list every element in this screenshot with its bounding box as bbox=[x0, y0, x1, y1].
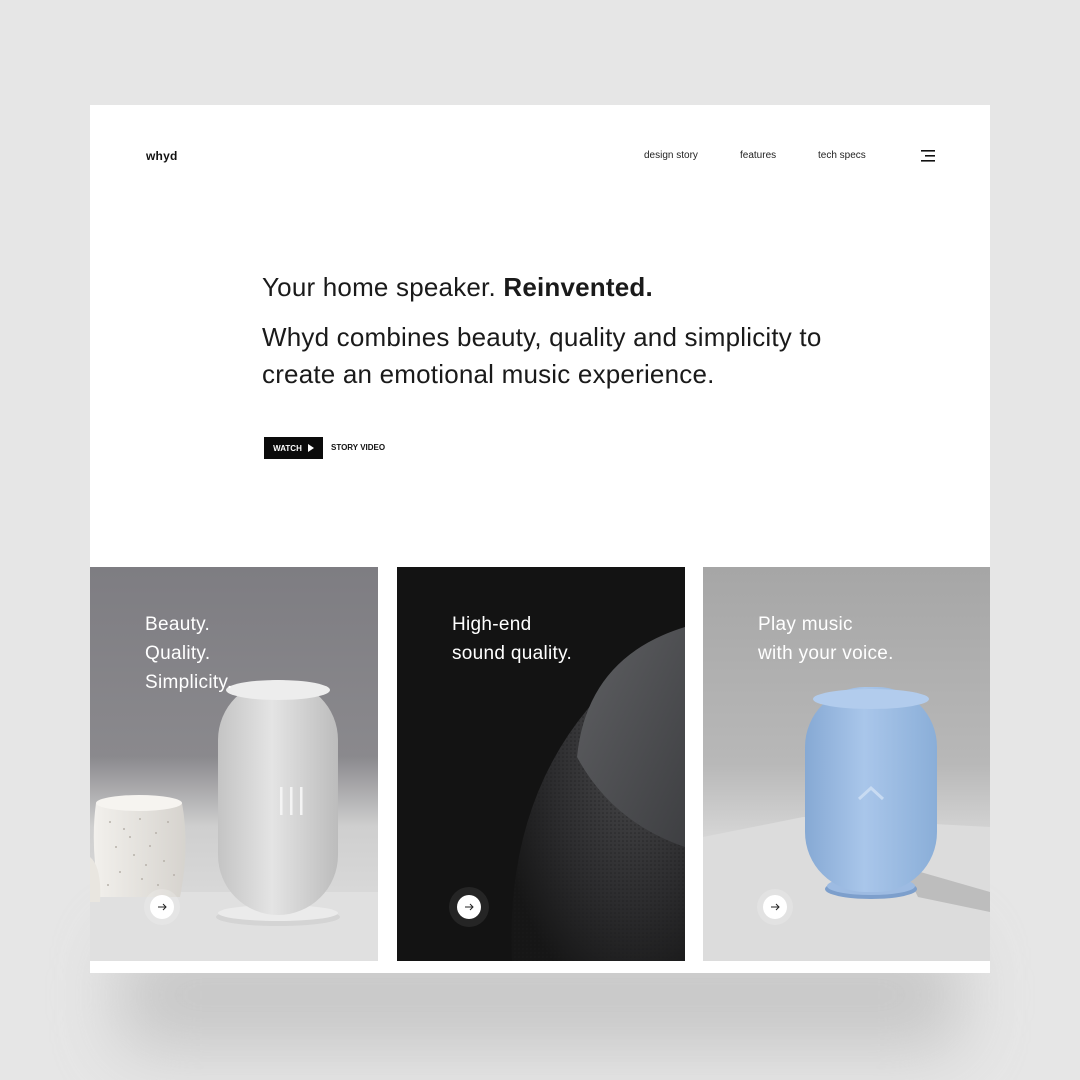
page-bottom-strip bbox=[90, 961, 990, 973]
card-title-line: Beauty. bbox=[145, 614, 211, 635]
website-frame: whyd design story features tech specs Yo… bbox=[90, 105, 990, 973]
headline-regular: Your home speaker. bbox=[262, 272, 504, 302]
play-icon bbox=[307, 444, 314, 452]
card-title-line: with your voice. bbox=[758, 643, 894, 664]
card-arrow-button[interactable] bbox=[763, 895, 787, 919]
card-title-line: sound quality. bbox=[452, 643, 573, 664]
arrow-right-icon bbox=[771, 903, 780, 911]
white-speaker-image bbox=[90, 680, 378, 961]
feature-card-sound[interactable]: High-end sound quality. bbox=[397, 567, 685, 961]
arrow-right-icon bbox=[158, 903, 167, 911]
watch-button[interactable]: WATCH bbox=[264, 437, 323, 459]
card-title: Beauty. Quality. Simplicity. bbox=[145, 610, 232, 697]
brand-logo[interactable]: whyd bbox=[146, 149, 177, 163]
card-title: Play music with your voice. bbox=[758, 610, 894, 668]
headline-bold: Reinvented. bbox=[503, 272, 653, 302]
card-title-line: Quality. bbox=[145, 643, 211, 664]
hero-subheadline: Whyd combines beauty, quality and simpli… bbox=[262, 322, 822, 389]
card-arrow-button[interactable] bbox=[150, 895, 174, 919]
card-title: High-end sound quality. bbox=[452, 610, 572, 668]
nav-features[interactable]: features bbox=[740, 150, 776, 161]
story-video-link[interactable]: STORY VIDEO bbox=[331, 443, 385, 452]
watch-label: WATCH bbox=[273, 443, 302, 453]
card-title-line: High-end bbox=[452, 614, 532, 635]
hamburger-menu-icon[interactable] bbox=[920, 149, 936, 163]
feature-card-voice[interactable]: Play music with your voice. bbox=[703, 567, 990, 961]
feature-card-beauty[interactable]: Beauty. Quality. Simplicity. bbox=[90, 567, 378, 961]
card-title-line: Simplicity. bbox=[145, 672, 233, 693]
nav-tech-specs[interactable]: tech specs bbox=[818, 150, 866, 161]
nav-design-story[interactable]: design story bbox=[644, 150, 698, 161]
arrow-right-icon bbox=[465, 903, 474, 911]
card-arrow-button[interactable] bbox=[457, 895, 481, 919]
hero-headline: Your home speaker. Reinvented. bbox=[262, 272, 653, 303]
card-title-line: Play music bbox=[758, 614, 853, 635]
